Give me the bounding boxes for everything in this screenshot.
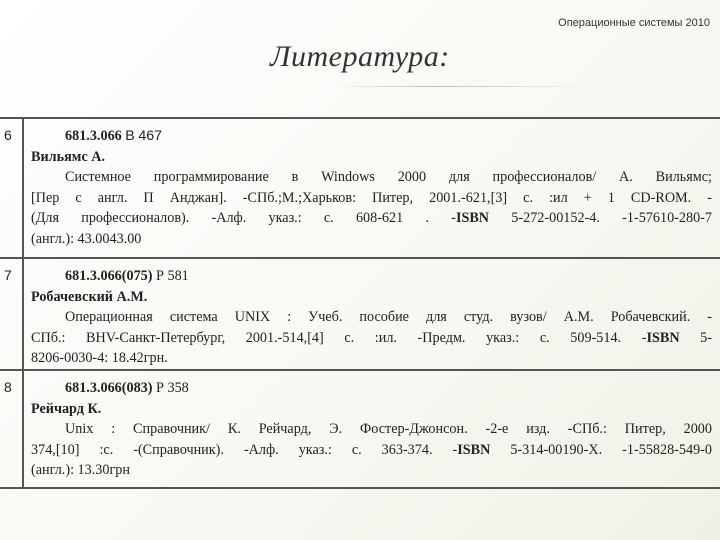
classification-letter: Р xyxy=(156,380,164,396)
presentation-header: Операционные системы 2010 xyxy=(558,17,710,29)
table-row: 8 681.3.066(083) Р 358 Рейчард К. Unix :… xyxy=(0,371,720,489)
classification-letter: В xyxy=(125,128,135,144)
table-row: 7 681.3.066(075) Р 581 Робачевский А.М. … xyxy=(0,259,720,371)
description-line: Системное программирование в Windows 200… xyxy=(65,169,712,185)
description-line: (Для профессионалов). -Алф. указ.: с. 60… xyxy=(31,210,712,226)
author: Робачевский А.М. xyxy=(31,288,148,305)
description-line: (англ.): 13.30грн xyxy=(31,462,130,478)
author: Рейчард К. xyxy=(31,400,102,417)
classification-letter: Р xyxy=(156,268,164,284)
classification-number: 358 xyxy=(167,380,189,396)
classification-code: 681.3.066 xyxy=(65,128,122,144)
title-divider xyxy=(330,86,590,87)
entry-content: 681.3.066(075) Р 581 Робачевский А.М. Оп… xyxy=(31,259,712,369)
classification-number: 581 xyxy=(167,268,189,284)
description-line: 374,[10] :с. -(Справочник). -Алф. указ.:… xyxy=(31,441,712,458)
entry-number: 7 xyxy=(0,259,24,369)
bibliography-table: 6 681.3.066 В 467 Вильямс А. Системное п… xyxy=(0,117,720,489)
description-line: 8206-0030-4: 18.42грн. xyxy=(31,350,168,366)
entry-number: 8 xyxy=(0,371,24,487)
table-row: 6 681.3.066 В 467 Вильямс А. Системное п… xyxy=(0,119,720,259)
isbn-label: ISBN xyxy=(646,329,680,346)
description-line: Операционная система UNIX : Учеб. пособи… xyxy=(65,309,712,325)
entry-content: 681.3.066 В 467 Вильямс А. Системное про… xyxy=(31,119,712,257)
description-line: (англ.): 43.0043.00 xyxy=(31,230,142,247)
description-line: Unix : Справочник/ К. Рейчард, Э. Фостер… xyxy=(65,421,712,437)
slide-title: Литература: xyxy=(270,40,450,73)
classification-line: 681.3.066(083) Р 358 xyxy=(31,378,712,399)
isbn-label: ISBN xyxy=(455,210,490,226)
classification-line: 681.3.066 В 467 xyxy=(31,126,712,147)
entry-content: 681.3.066(083) Р 358 Рейчард К. Unix : С… xyxy=(31,371,712,487)
author: Вильямс А. xyxy=(31,148,106,165)
description-line: СПб.: BHV-Санкт-Петербург, 2001.-514,[4]… xyxy=(31,329,712,346)
classification-line: 681.3.066(075) Р 581 xyxy=(31,266,712,287)
classification-code: 681.3.066(083) xyxy=(65,380,153,396)
entry-number: 6 xyxy=(0,119,24,257)
classification-code: 681.3.066(075) xyxy=(65,268,153,284)
isbn-label: ISBN xyxy=(457,441,491,458)
description-line: [Пер с англ. П Анджан]. -СПб.;М.;Харьков… xyxy=(31,189,712,206)
classification-number: 467 xyxy=(138,128,162,144)
